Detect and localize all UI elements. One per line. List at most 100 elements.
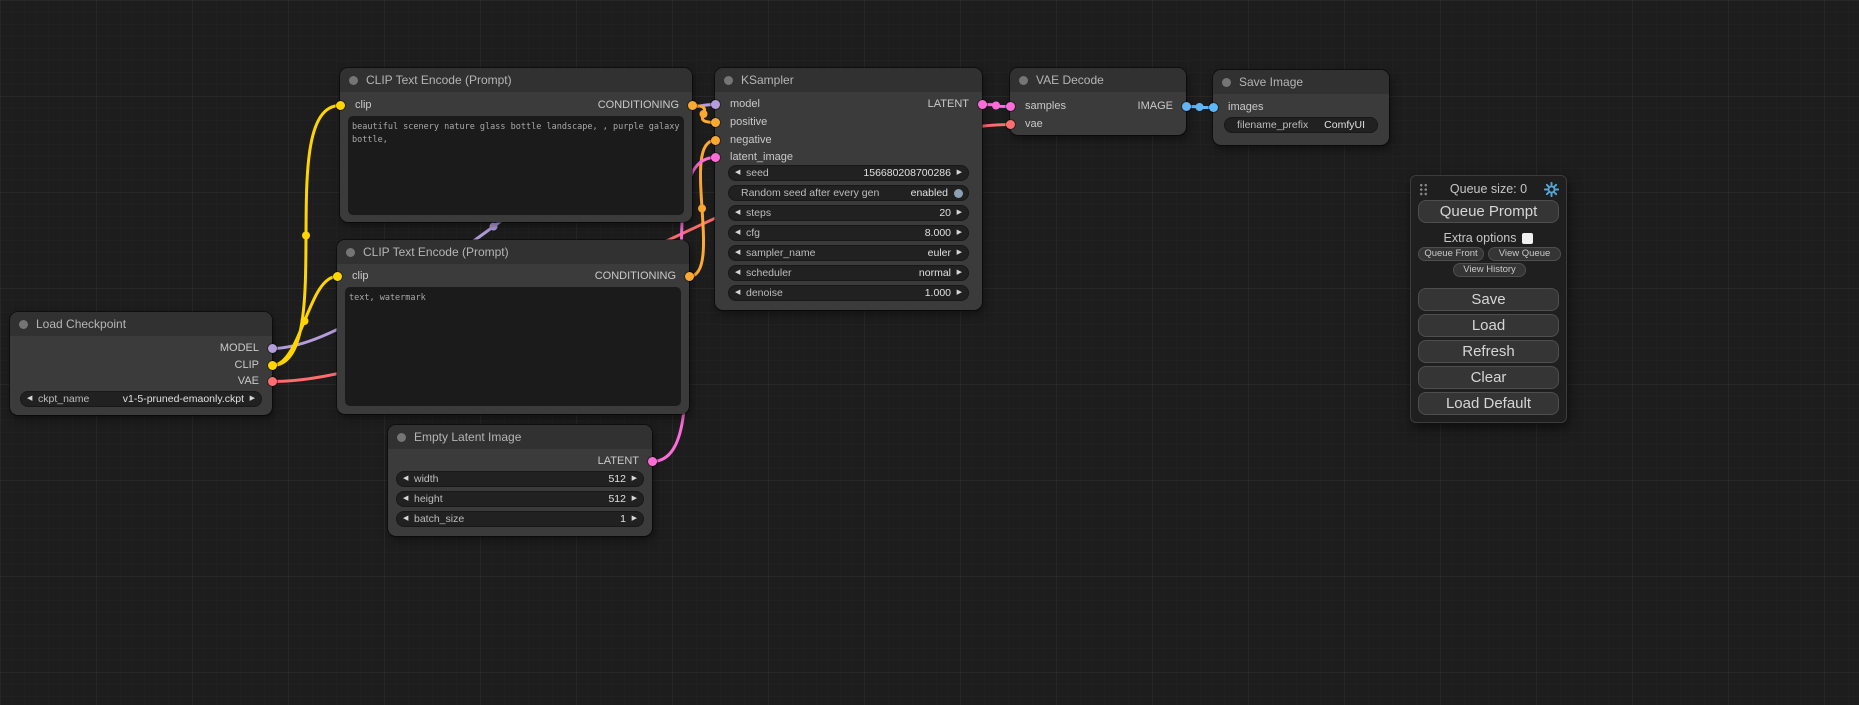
input-slot-samples: samples [1025,99,1066,114]
conditioning-output-port[interactable] [685,272,694,281]
view-queue-button[interactable]: View Queue [1488,247,1561,261]
clear-button[interactable]: Clear [1418,366,1559,389]
load-button[interactable]: Load [1418,314,1559,337]
increment-arrow-icon[interactable]: ▶ [957,246,962,260]
vae-output-port[interactable] [268,377,277,386]
node-titlebar[interactable]: CLIP Text Encode (Prompt) [340,68,692,92]
node-clip-text-encode-positive[interactable]: CLIP Text Encode (Prompt) clip CONDITION… [340,68,692,222]
increment-arrow-icon[interactable]: ▶ [957,266,962,280]
decrement-arrow-icon[interactable]: ◀ [735,286,740,300]
decrement-arrow-icon[interactable]: ◀ [403,492,408,506]
settings-gear-icon[interactable] [1544,182,1559,197]
queue-menu-panel: Queue size: 0 Queue Prompt Extra options [1410,175,1567,423]
clip-output-port[interactable] [268,361,277,370]
node-titlebar[interactable]: CLIP Text Encode (Prompt) [337,240,689,264]
increment-arrow-icon[interactable]: ▶ [250,392,255,406]
increment-arrow-icon[interactable]: ▶ [632,492,637,506]
node-vae-decode[interactable]: VAE Decode samples vae IMAGE [1010,68,1186,135]
widget-value: 1 [620,512,626,526]
node-ksampler[interactable]: KSampler model positive negative latent_… [715,68,982,310]
widget-name: sampler_name [746,246,815,260]
widget-name: denoise [746,286,783,300]
increment-arrow-icon[interactable]: ▶ [632,472,637,486]
increment-arrow-icon[interactable]: ▶ [957,286,962,300]
positive-input-port[interactable] [711,118,720,127]
decrement-arrow-icon[interactable]: ◀ [27,392,32,406]
widget-steps[interactable]: ◀ steps 20 ▶ [728,205,969,221]
load-default-button[interactable]: Load Default [1418,392,1559,415]
output-slot-model: MODEL [220,341,259,356]
collapse-dot-icon[interactable] [724,76,733,85]
widget-value: 512 [608,492,626,506]
node-empty-latent-image[interactable]: Empty Latent Image LATENT ◀ width 512 ▶ … [388,425,652,536]
collapse-dot-icon[interactable] [346,248,355,257]
negative-input-port[interactable] [711,136,720,145]
widget-denoise[interactable]: ◀ denoise 1.000 ▶ [728,285,969,301]
output-slot-image: IMAGE [1138,99,1173,114]
collapse-dot-icon[interactable] [1222,78,1231,87]
latent-output-port[interactable] [978,100,987,109]
refresh-button[interactable]: Refresh [1418,340,1559,363]
widget-value: 20 [939,206,951,220]
widget-filename-prefix[interactable]: filename_prefix ComfyUI [1224,117,1378,133]
widget-width[interactable]: ◀ width 512 ▶ [396,471,644,487]
increment-arrow-icon[interactable]: ▶ [632,512,637,526]
decrement-arrow-icon[interactable]: ◀ [403,512,408,526]
decrement-arrow-icon[interactable]: ◀ [735,246,740,260]
node-titlebar[interactable]: Save Image [1213,70,1389,94]
node-graph-canvas[interactable]: Load Checkpoint MODEL CLIP VAE ◀ ckpt_na… [0,0,1859,705]
widget-value: euler [928,246,951,260]
increment-arrow-icon[interactable]: ▶ [957,166,962,180]
decrement-arrow-icon[interactable]: ◀ [403,472,408,486]
widget-cfg[interactable]: ◀ cfg 8.000 ▶ [728,225,969,241]
conditioning-output-port[interactable] [688,101,697,110]
node-clip-text-encode-negative[interactable]: CLIP Text Encode (Prompt) clip CONDITION… [337,240,689,414]
widget-value: 1.000 [925,286,951,300]
widget-name: height [414,492,443,506]
decrement-arrow-icon[interactable]: ◀ [735,206,740,220]
images-input-port[interactable] [1209,103,1218,112]
extra-options-checkbox[interactable] [1522,233,1533,244]
collapse-dot-icon[interactable] [349,76,358,85]
decrement-arrow-icon[interactable]: ◀ [735,226,740,240]
widget-seed[interactable]: ◀ seed 156680208700286 ▶ [728,165,969,181]
wire-midpoint-dot [700,110,708,118]
widget-scheduler[interactable]: ◀ scheduler normal ▶ [728,265,969,281]
node-load-checkpoint[interactable]: Load Checkpoint MODEL CLIP VAE ◀ ckpt_na… [10,312,272,415]
widget-sampler-name[interactable]: ◀ sampler_name euler ▶ [728,245,969,261]
widget-height[interactable]: ◀ height 512 ▶ [396,491,644,507]
vae-input-port[interactable] [1006,120,1015,129]
clip-input-port[interactable] [333,272,342,281]
queue-prompt-button[interactable]: Queue Prompt [1418,200,1559,223]
save-button[interactable]: Save [1418,288,1559,311]
node-save-image[interactable]: Save Image images filename_prefix ComfyU… [1213,70,1389,145]
samples-input-port[interactable] [1006,102,1015,111]
view-history-button[interactable]: View History [1453,263,1526,277]
widget-ckpt-name[interactable]: ◀ ckpt_name v1-5-pruned-emaonly.ckpt ▶ [20,391,262,407]
collapse-dot-icon[interactable] [1019,76,1028,85]
clip-input-port[interactable] [336,101,345,110]
node-titlebar[interactable]: Load Checkpoint [10,312,272,336]
node-titlebar[interactable]: Empty Latent Image [388,425,652,449]
decrement-arrow-icon[interactable]: ◀ [735,266,740,280]
increment-arrow-icon[interactable]: ▶ [957,206,962,220]
decrement-arrow-icon[interactable]: ◀ [735,166,740,180]
toggle-knob-icon[interactable] [954,189,963,198]
latent-output-port[interactable] [648,457,657,466]
negative-prompt-textarea[interactable]: text, watermark [345,287,681,406]
node-titlebar[interactable]: KSampler [715,68,982,92]
widget-batch-size[interactable]: ◀ batch_size 1 ▶ [396,511,644,527]
model-input-port[interactable] [711,100,720,109]
queue-front-button[interactable]: Queue Front [1418,247,1484,261]
positive-prompt-textarea[interactable]: beautiful scenery nature glass bottle la… [348,116,684,215]
increment-arrow-icon[interactable]: ▶ [957,226,962,240]
node-title: Save Image [1239,70,1303,94]
image-output-port[interactable] [1182,102,1191,111]
collapse-dot-icon[interactable] [397,433,406,442]
model-output-port[interactable] [268,344,277,353]
collapse-dot-icon[interactable] [19,320,28,329]
node-titlebar[interactable]: VAE Decode [1010,68,1186,92]
latent-image-input-port[interactable] [711,153,720,162]
wire-midpoint-dot [301,317,309,325]
widget-random-seed-toggle[interactable]: Random seed after every gen enabled [728,185,969,201]
